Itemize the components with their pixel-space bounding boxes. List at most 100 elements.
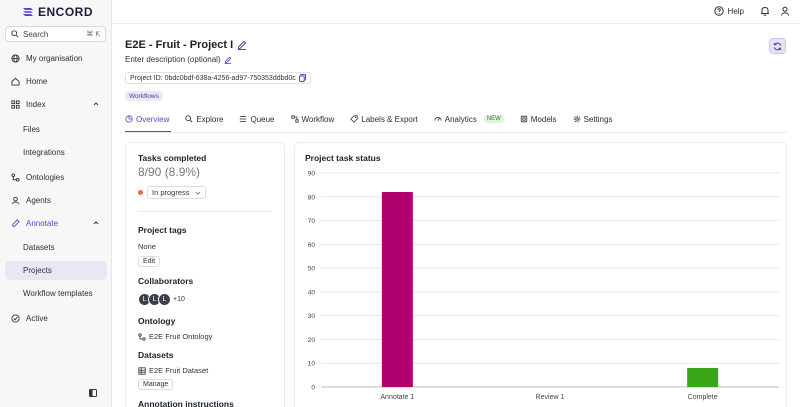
active-icon	[11, 314, 20, 323]
tab-queue[interactable]: Queue	[239, 110, 282, 128]
chevron-up-icon	[93, 221, 99, 225]
task-status-chart: 0 10 20 30 40 50 60 70 80 90 Annotate 1 Review 1 Com…	[308, 171, 779, 401]
gauge-icon	[434, 117, 442, 121]
description-text: Enter description (optional)	[125, 55, 221, 64]
status-select[interactable]: In progress	[147, 186, 206, 199]
logo[interactable]: ENCORD	[22, 5, 93, 19]
sidebar: ENCORD Search ⌘ K My organisation Home I…	[0, 0, 112, 407]
user-icon[interactable]	[780, 6, 790, 16]
table-icon	[138, 366, 146, 375]
bar	[687, 367, 719, 387]
collapse-sidebar-icon[interactable]	[89, 389, 97, 397]
sidebar-item-projects[interactable]: Projects	[5, 261, 107, 280]
encord-logo-icon	[23, 8, 33, 16]
annotate-icon	[11, 219, 20, 228]
y-tick-label: 30	[308, 313, 316, 320]
collaborators-avatars[interactable]: L L L +10	[138, 293, 185, 306]
x-tick-label: Annotate 1	[380, 394, 414, 401]
section-divider	[138, 211, 272, 212]
tab-label: Labels & Export	[361, 114, 418, 124]
sidebar-item-label: Datasets	[23, 243, 55, 252]
sidebar-item-label: Projects	[23, 266, 52, 275]
x-tick-label: Complete	[688, 394, 718, 401]
manage-datasets-button[interactable]: Manage	[138, 379, 174, 390]
status-dropdown[interactable]: In progress	[138, 186, 206, 199]
copy-icon[interactable]	[298, 74, 306, 82]
tab-models[interactable]: Models	[520, 110, 565, 128]
sidebar-item-datasets[interactable]: Datasets	[5, 238, 107, 257]
sidebar-item-annotate[interactable]: Annotate	[5, 214, 107, 233]
project-tags-label: Project tags	[138, 225, 187, 235]
edit-tags-button[interactable]: Edit	[138, 256, 161, 267]
ontology-label: Ontology	[138, 316, 176, 326]
search-label: Search	[23, 29, 49, 39]
y-tick-label: 0	[311, 385, 315, 392]
tab-label: Models	[530, 114, 557, 124]
collaborators-more: +10	[173, 296, 185, 303]
new-badge: NEW	[483, 115, 504, 123]
sidebar-item-agents[interactable]: Agents	[5, 191, 107, 210]
sidebar-item-integrations[interactable]: Integrations	[5, 143, 107, 162]
sidebar-item-label: Annotate	[26, 219, 59, 228]
search-icon	[185, 115, 193, 123]
datasets-label: Datasets	[138, 350, 174, 360]
sidebar-item-label: Agents	[26, 196, 51, 205]
workflows-chip: Workflows	[125, 91, 163, 101]
ontology-link[interactable]: E2E Fruit Ontology	[138, 332, 212, 341]
y-tick-label: 40	[308, 289, 316, 296]
pencil-icon[interactable]	[224, 56, 232, 64]
sidebar-item-label: Active	[26, 314, 48, 323]
sidebar-item-label: Home	[26, 77, 48, 86]
sidebar-item-ontologies[interactable]: Ontologies	[5, 168, 107, 187]
tab-label: Workflow	[301, 114, 335, 124]
tab-settings[interactable]: Settings	[573, 110, 621, 128]
chevron-down-icon	[195, 191, 200, 195]
description-row[interactable]: Enter description (optional)	[125, 55, 232, 64]
sidebar-item-label: Workflow templates	[23, 289, 93, 298]
search-input[interactable]: Search ⌘ K	[5, 26, 106, 42]
project-id-badge: Project ID: 0bdc0bdf-638a-4256-ad97-7503…	[125, 72, 311, 84]
sidebar-item-active[interactable]: Active	[5, 309, 107, 328]
tasks-completed-label: Tasks completed	[138, 153, 207, 163]
tab-label: Queue	[250, 114, 275, 124]
tab-explore[interactable]: Explore	[185, 110, 231, 128]
sidebar-item-my-organisation[interactable]: My organisation	[5, 49, 107, 68]
tab-analytics[interactable]: Analytics NEW	[434, 110, 512, 128]
sidebar-item-label: Index	[26, 100, 46, 109]
help-button[interactable]: Help	[713, 6, 744, 16]
tab-workflow[interactable]: Workflow	[290, 110, 343, 128]
task-status-chart-card: Project task status 0 10 20 30 40 50 60 70 80 90 A…	[294, 142, 787, 407]
pencil-icon[interactable]	[237, 40, 247, 50]
status-dot	[138, 190, 143, 195]
dataset-link[interactable]: E2E Fruit Dataset	[138, 366, 208, 375]
tab-labels-export[interactable]: Labels & Export	[350, 110, 425, 128]
page-title: E2E - Fruit - Project I	[125, 39, 234, 51]
project-summary-card: Tasks completed 8/90 (8.9%) In progress …	[125, 142, 285, 407]
bell-icon[interactable]	[760, 6, 770, 16]
tab-label: Settings	[583, 114, 613, 124]
annotation-instructions-label: Annotation instructions	[138, 399, 234, 407]
bar	[381, 192, 413, 387]
tabs-divider	[125, 132, 787, 133]
sidebar-item-workflow-templates[interactable]: Workflow templates	[5, 284, 107, 303]
globe-icon	[11, 54, 20, 63]
y-tick-label: 70	[308, 218, 316, 225]
sidebar-item-label: Files	[23, 125, 40, 134]
top-bar: Help	[112, 0, 800, 24]
ontology-icon	[138, 332, 146, 341]
project-tags-value: None	[138, 242, 156, 251]
page-title-row: E2E - Fruit - Project I	[125, 39, 247, 51]
sidebar-item-home[interactable]: Home	[5, 72, 107, 91]
sync-button[interactable]	[769, 38, 786, 54]
x-tick-label: Review 1	[536, 394, 565, 401]
gear-icon	[573, 115, 580, 123]
sidebar-item-files[interactable]: Files	[5, 120, 107, 139]
tab-overview[interactable]: Overview	[125, 110, 177, 132]
tab-label: Analytics	[444, 114, 477, 124]
sidebar-item-index[interactable]: Index	[5, 95, 107, 114]
collaborators-label: Collaborators	[138, 276, 194, 286]
ontology-value: E2E Fruit Ontology	[149, 332, 213, 341]
dataset-value: E2E Fruit Dataset	[149, 366, 209, 375]
tag-icon	[350, 115, 358, 123]
sidebar-item-label: Integrations	[23, 148, 65, 157]
